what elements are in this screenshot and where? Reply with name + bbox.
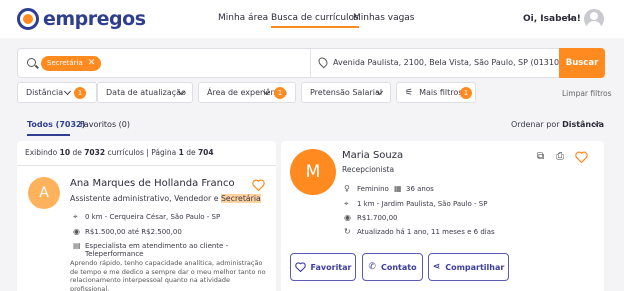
summary-of: de xyxy=(186,148,196,157)
search-chip[interactable]: Secretária ✕ xyxy=(41,56,102,71)
sliders-icon: ⚟ xyxy=(405,87,414,98)
nav-minhas-vagas[interactable]: Minhas vagas xyxy=(353,13,415,23)
search-bar: Secretária ✕ Avenida Paulista, 2100, Bel… xyxy=(17,48,605,78)
location-icon: ⌖ xyxy=(73,212,78,221)
order-by[interactable]: Ordenar por Distância xyxy=(511,120,604,129)
heart-icon xyxy=(294,262,306,272)
tab-favoritos[interactable]: Favoritos (0) xyxy=(80,120,130,129)
share-icon: ⋖ xyxy=(432,262,441,272)
user-icon: ♀ xyxy=(344,184,350,193)
close-icon[interactable]: ✕ xyxy=(88,56,96,71)
divider xyxy=(310,49,311,77)
candidate-role: Assistente administrativo, Vendedor e Se… xyxy=(70,194,261,203)
logo-text: empregos xyxy=(43,8,146,30)
detail-role: Recepcionista xyxy=(342,165,395,174)
filter-pretensao-salarial[interactable]: Pretensão Salarial xyxy=(301,82,391,103)
search-button[interactable]: Buscar xyxy=(559,48,605,78)
filter-label: Distância xyxy=(26,88,64,97)
phone-icon: ✆ xyxy=(368,262,376,272)
location-icon: ⌖ xyxy=(344,199,349,208)
detail-salary: R$1.700,00 xyxy=(357,214,398,222)
filter-count-badge: 1 xyxy=(74,87,86,99)
candidate-detail-panel: M Maria Souza Recepcionista ⧉ ⎙ ♀ Femini… xyxy=(281,141,604,291)
candidate-description: Aprendo rápido, tenho capacidade analíti… xyxy=(70,259,266,291)
filter-distancia[interactable]: Distância 1 xyxy=(17,82,97,103)
filter-label: Mais filtros xyxy=(419,88,463,97)
filter-count-badge: 1 xyxy=(460,87,472,99)
tab-todos[interactable]: Todos (7032) xyxy=(27,120,85,129)
summary-prefix: Exibindo xyxy=(25,148,58,157)
detail-updated: Atualizado há 1 ano, 11 meses e 6 dias xyxy=(357,228,495,236)
summary-pages: 704 xyxy=(197,148,214,157)
search-icon xyxy=(27,58,36,67)
share-button[interactable]: ⋖ Compartilhar xyxy=(428,253,509,281)
heart-outline-icon[interactable] xyxy=(575,151,588,163)
results-panel: Exibindo 10 de 7032 currículos | Página … xyxy=(17,141,276,291)
favorite-button[interactable]: Favoritar xyxy=(290,253,356,281)
filter-label: Pretensão Salarial xyxy=(310,88,383,97)
contact-label: Contato xyxy=(380,262,417,272)
nav-minha-area[interactable]: Minha área xyxy=(218,13,268,23)
detail-age: 36 anos xyxy=(406,185,434,193)
chevron-down-icon xyxy=(63,87,72,96)
location-input[interactable]: Avenida Paulista, 2100, Bela Vista, São … xyxy=(333,58,577,67)
top-bar: empregos Minha área Busca de currículos … xyxy=(0,0,624,38)
candidate-avatar[interactable]: A xyxy=(28,177,60,209)
summary-mid: currículos | Página xyxy=(107,148,177,157)
divider xyxy=(17,165,276,166)
candidate-distance: 0 km - Cerqueira César, São Paulo - SP xyxy=(85,213,221,221)
detail-avatar: M xyxy=(290,149,336,195)
filter-data-atualizacao[interactable]: Data de atualização xyxy=(97,82,193,103)
money-icon: ◉ xyxy=(73,227,80,236)
logo-icon xyxy=(17,8,39,30)
detail-distance: 1 km - Jardim Paulista, São Paulo - SP xyxy=(357,200,488,208)
filter-count-badge: 1 xyxy=(274,87,286,99)
pin-icon xyxy=(316,55,330,69)
tab-underline xyxy=(27,134,70,136)
contact-button[interactable]: ✆ Contato xyxy=(362,253,423,281)
candidate-role-text: Assistente administrativo, Vendedor e xyxy=(70,194,221,203)
heart-icon[interactable] xyxy=(252,179,265,191)
order-label: Ordenar por xyxy=(511,120,560,129)
candidate-name[interactable]: Ana Marques de Hollanda Franco xyxy=(70,178,235,189)
filter-label: Data de atualização xyxy=(106,88,186,97)
nav-busca-curriculos[interactable]: Busca de currículos xyxy=(271,13,359,28)
favorite-label: Favoritar xyxy=(310,262,352,272)
filter-mais-filtros[interactable]: ⚟ Mais filtros 1 xyxy=(396,82,476,103)
results-summary: Exibindo 10 de 7032 currículos | Página … xyxy=(25,148,214,157)
summary-of: de xyxy=(72,148,82,157)
logo[interactable]: empregos xyxy=(17,8,146,30)
summary-page: 1 xyxy=(178,148,184,157)
candidate-salary: R$1.500,00 até R$2.500,00 xyxy=(85,228,182,236)
refresh-icon: ↻ xyxy=(344,227,351,236)
detail-gender: Feminino xyxy=(357,185,389,193)
user-avatar[interactable] xyxy=(584,9,604,29)
candidate-specialty: Especialista em atendimento ao cliente -… xyxy=(85,242,229,258)
summary-total: 7032 xyxy=(84,148,106,157)
clear-filters-link[interactable]: Limpar filtros xyxy=(562,89,612,98)
search-chip-label: Secretária xyxy=(47,59,83,67)
filter-area-experiencia[interactable]: Área de experiência 1 xyxy=(198,82,296,103)
detail-name: Maria Souza xyxy=(342,150,404,161)
external-link-icon[interactable]: ⧉ xyxy=(537,151,544,162)
briefcase-icon: ▤ xyxy=(73,241,81,250)
candidate-role-highlight: Secretária xyxy=(220,194,261,203)
calendar-icon: ▦ xyxy=(394,184,402,193)
money-icon: ◉ xyxy=(344,213,351,222)
summary-count: 10 xyxy=(59,148,71,157)
print-icon[interactable]: ⎙ xyxy=(556,151,564,162)
share-label: Compartilhar xyxy=(445,262,505,272)
